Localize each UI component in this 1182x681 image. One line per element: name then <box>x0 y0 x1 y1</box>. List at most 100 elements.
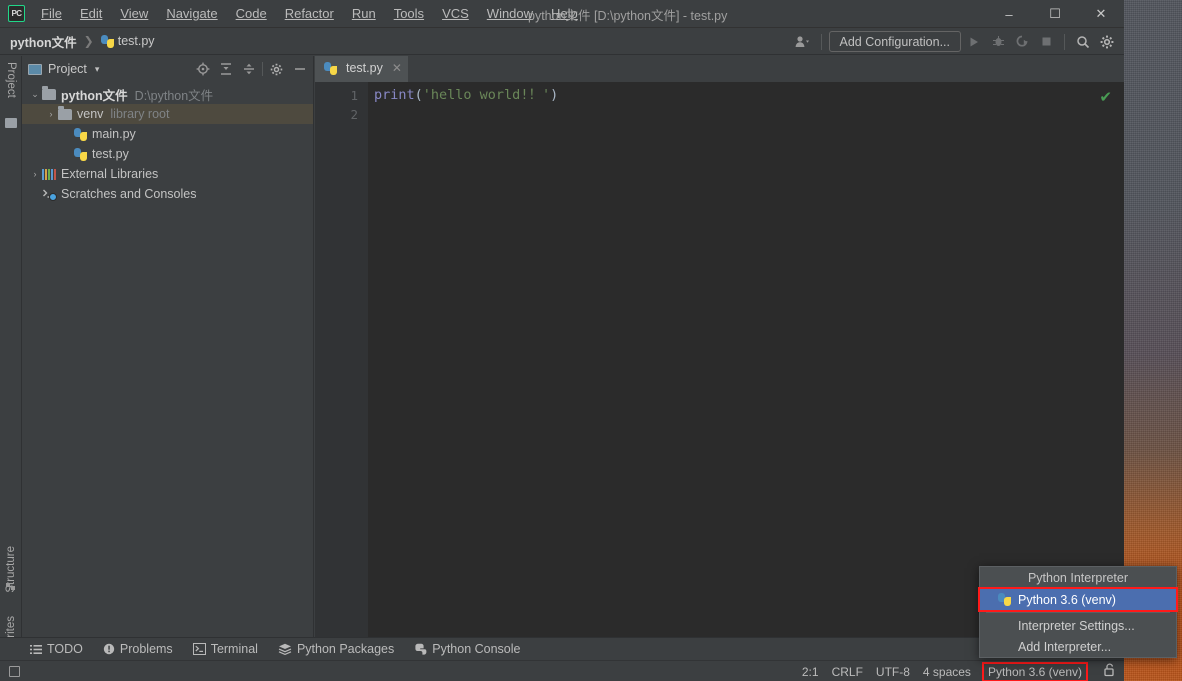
interpreter-settings-item[interactable]: Interpreter Settings... <box>980 615 1176 636</box>
application-frame: PC File Edit View Navigate Code Refactor… <box>0 0 1124 681</box>
coverage-glyph <box>1016 35 1027 47</box>
menu-refactor-label: Refactor <box>284 6 334 21</box>
tree-row-test-py[interactable]: test.py <box>22 144 313 164</box>
python-file-icon <box>74 147 87 161</box>
user-glyph <box>795 36 809 47</box>
chevron-right-icon[interactable]: › <box>44 109 58 119</box>
bottom-item-python-packages[interactable]: Python Packages <box>278 642 394 656</box>
menu-item-view[interactable]: View <box>111 2 157 25</box>
tree-row-project-root[interactable]: ⌄ python文件 D:\python文件 <box>22 84 313 104</box>
menu-bar: PC File Edit View Navigate Code Refactor… <box>0 0 1124 28</box>
project-strip-folder-icon <box>5 118 17 128</box>
tree-row-venv[interactable]: › venv library root <box>22 104 313 124</box>
packages-icon <box>278 643 292 655</box>
bottom-item-problems[interactable]: Problems <box>103 642 173 656</box>
minimize-button[interactable]: – <box>986 0 1032 28</box>
editor-tab-test-py[interactable]: test.py ✕ <box>315 56 408 82</box>
menu-item-run[interactable]: Run <box>343 2 385 25</box>
menu-window-label: Window <box>486 6 534 21</box>
gear-glyph <box>1100 35 1114 48</box>
hide-glyph <box>294 68 305 70</box>
expand-all-icon[interactable] <box>216 60 235 79</box>
status-bar-interpreter[interactable]: Python 3.6 (venv) <box>981 661 1089 681</box>
packages-glyph <box>278 643 292 655</box>
coverage-icon[interactable] <box>1011 31 1033 53</box>
tree-label-test-py: test.py <box>92 147 129 161</box>
collapse-all-icon[interactable] <box>239 60 258 79</box>
menu-item-vcs[interactable]: VCS <box>433 2 478 25</box>
terminal-glyph <box>192 643 206 655</box>
status-bar-right: 2:1 CRLF UTF-8 4 spaces Python 3.6 (venv… <box>802 661 1120 681</box>
interpreter-popup: Python Interpreter Python 3.6 (venv) Int… <box>978 566 1178 658</box>
breadcrumb-project[interactable]: python文件 <box>10 32 77 51</box>
caret-position[interactable]: 2:1 <box>802 665 819 679</box>
bottom-item-terminal-label: Terminal <box>210 642 258 656</box>
menu-item-file[interactable]: File <box>32 2 71 25</box>
indent-setting[interactable]: 4 spaces <box>923 665 971 679</box>
search-icon[interactable] <box>1072 31 1094 53</box>
code-editor[interactable]: 1 2 print('hello world!！') ✔ <box>315 82 1124 637</box>
breadcrumb-file[interactable]: test.py <box>118 34 155 48</box>
tool-window-toggle[interactable] <box>0 665 28 677</box>
gear-icon[interactable] <box>267 60 286 79</box>
scratches-badge <box>49 193 57 201</box>
tree-row-main-py[interactable]: main.py <box>22 124 313 144</box>
pycharm-logo-label: PC <box>11 9 22 18</box>
python-file-icon <box>324 61 337 75</box>
user-icon[interactable] <box>792 31 814 53</box>
maximize-button[interactable]: ☐ <box>1032 0 1078 28</box>
bottom-item-python-packages-label: Python Packages <box>296 642 395 656</box>
code-text[interactable]: print('hello world!！') <box>368 82 1124 637</box>
hide-icon[interactable] <box>290 60 309 79</box>
project-panel-title: Project <box>48 62 87 76</box>
close-icon[interactable]: ✕ <box>392 61 402 75</box>
inspection-status-icon[interactable]: ✔ <box>1099 88 1112 106</box>
menu-code-label: Code <box>235 6 267 21</box>
editor-tab-label: test.py <box>346 61 383 75</box>
add-interpreter-item[interactable]: Add Interpreter... <box>980 636 1176 657</box>
pycharm-logo-icon: PC <box>8 5 25 22</box>
menu-item-refactor[interactable]: Refactor <box>276 2 343 25</box>
locate-glyph <box>196 62 209 76</box>
menu-item-navigate[interactable]: Navigate <box>157 2 226 25</box>
file-encoding[interactable]: UTF-8 <box>876 665 910 679</box>
locate-icon[interactable] <box>193 60 212 79</box>
menu-item-tools[interactable]: Tools <box>385 2 433 25</box>
collapse-all-glyph <box>243 63 254 75</box>
line-number: 1 <box>350 88 358 103</box>
chevron-down-icon[interactable]: ⌄ <box>28 89 42 100</box>
bottom-item-terminal[interactable]: Terminal <box>192 642 258 656</box>
sidebar-item-project[interactable]: Project <box>0 62 22 98</box>
project-tree: ⌄ python文件 D:\python文件 › venv library ro… <box>22 82 313 204</box>
gear-icon[interactable] <box>1096 31 1118 53</box>
problems-icon <box>103 643 115 655</box>
code-function-name: print <box>374 87 415 103</box>
close-button[interactable]: ✕ <box>1078 0 1124 28</box>
menu-vcs-label: VCS <box>442 6 469 21</box>
lock-glyph <box>1104 663 1114 677</box>
debug-icon[interactable] <box>987 31 1009 53</box>
code-close-paren: ) <box>550 87 559 103</box>
tree-label-project-root: python文件 <box>61 88 128 103</box>
add-configuration-button[interactable]: Add Configuration... <box>828 31 961 52</box>
bottom-item-todo[interactable]: TODO <box>30 642 83 656</box>
line-number-gutter: 1 2 <box>315 82 368 637</box>
bottom-item-python-console[interactable]: Python Console <box>414 642 521 656</box>
interpreter-option-python36[interactable]: Python 3.6 (venv) <box>978 587 1178 612</box>
tree-row-scratches[interactable]: Scratches and Consoles <box>22 184 313 204</box>
menu-item-edit[interactable]: Edit <box>71 2 111 25</box>
tree-label-scratches: Scratches and Consoles <box>61 187 197 201</box>
chevron-right-icon[interactable]: › <box>28 169 42 179</box>
toolbar-divider <box>820 33 822 50</box>
chevron-down-icon[interactable]: ▾ <box>95 64 100 75</box>
run-icon[interactable] <box>963 31 985 53</box>
main-toolbar: Add Configuration... <box>792 28 1119 55</box>
menu-item-code[interactable]: Code <box>227 2 276 25</box>
stop-icon[interactable] <box>1035 31 1057 53</box>
python-console-icon <box>414 643 427 656</box>
line-separator[interactable]: CRLF <box>832 665 863 679</box>
editor-area: test.py ✕ 1 2 print('hello world!！') ✔ <box>315 56 1124 637</box>
run-glyph <box>970 37 978 46</box>
tree-row-external-libraries[interactable]: › External Libraries <box>22 164 313 184</box>
lock-icon[interactable] <box>1099 663 1120 680</box>
